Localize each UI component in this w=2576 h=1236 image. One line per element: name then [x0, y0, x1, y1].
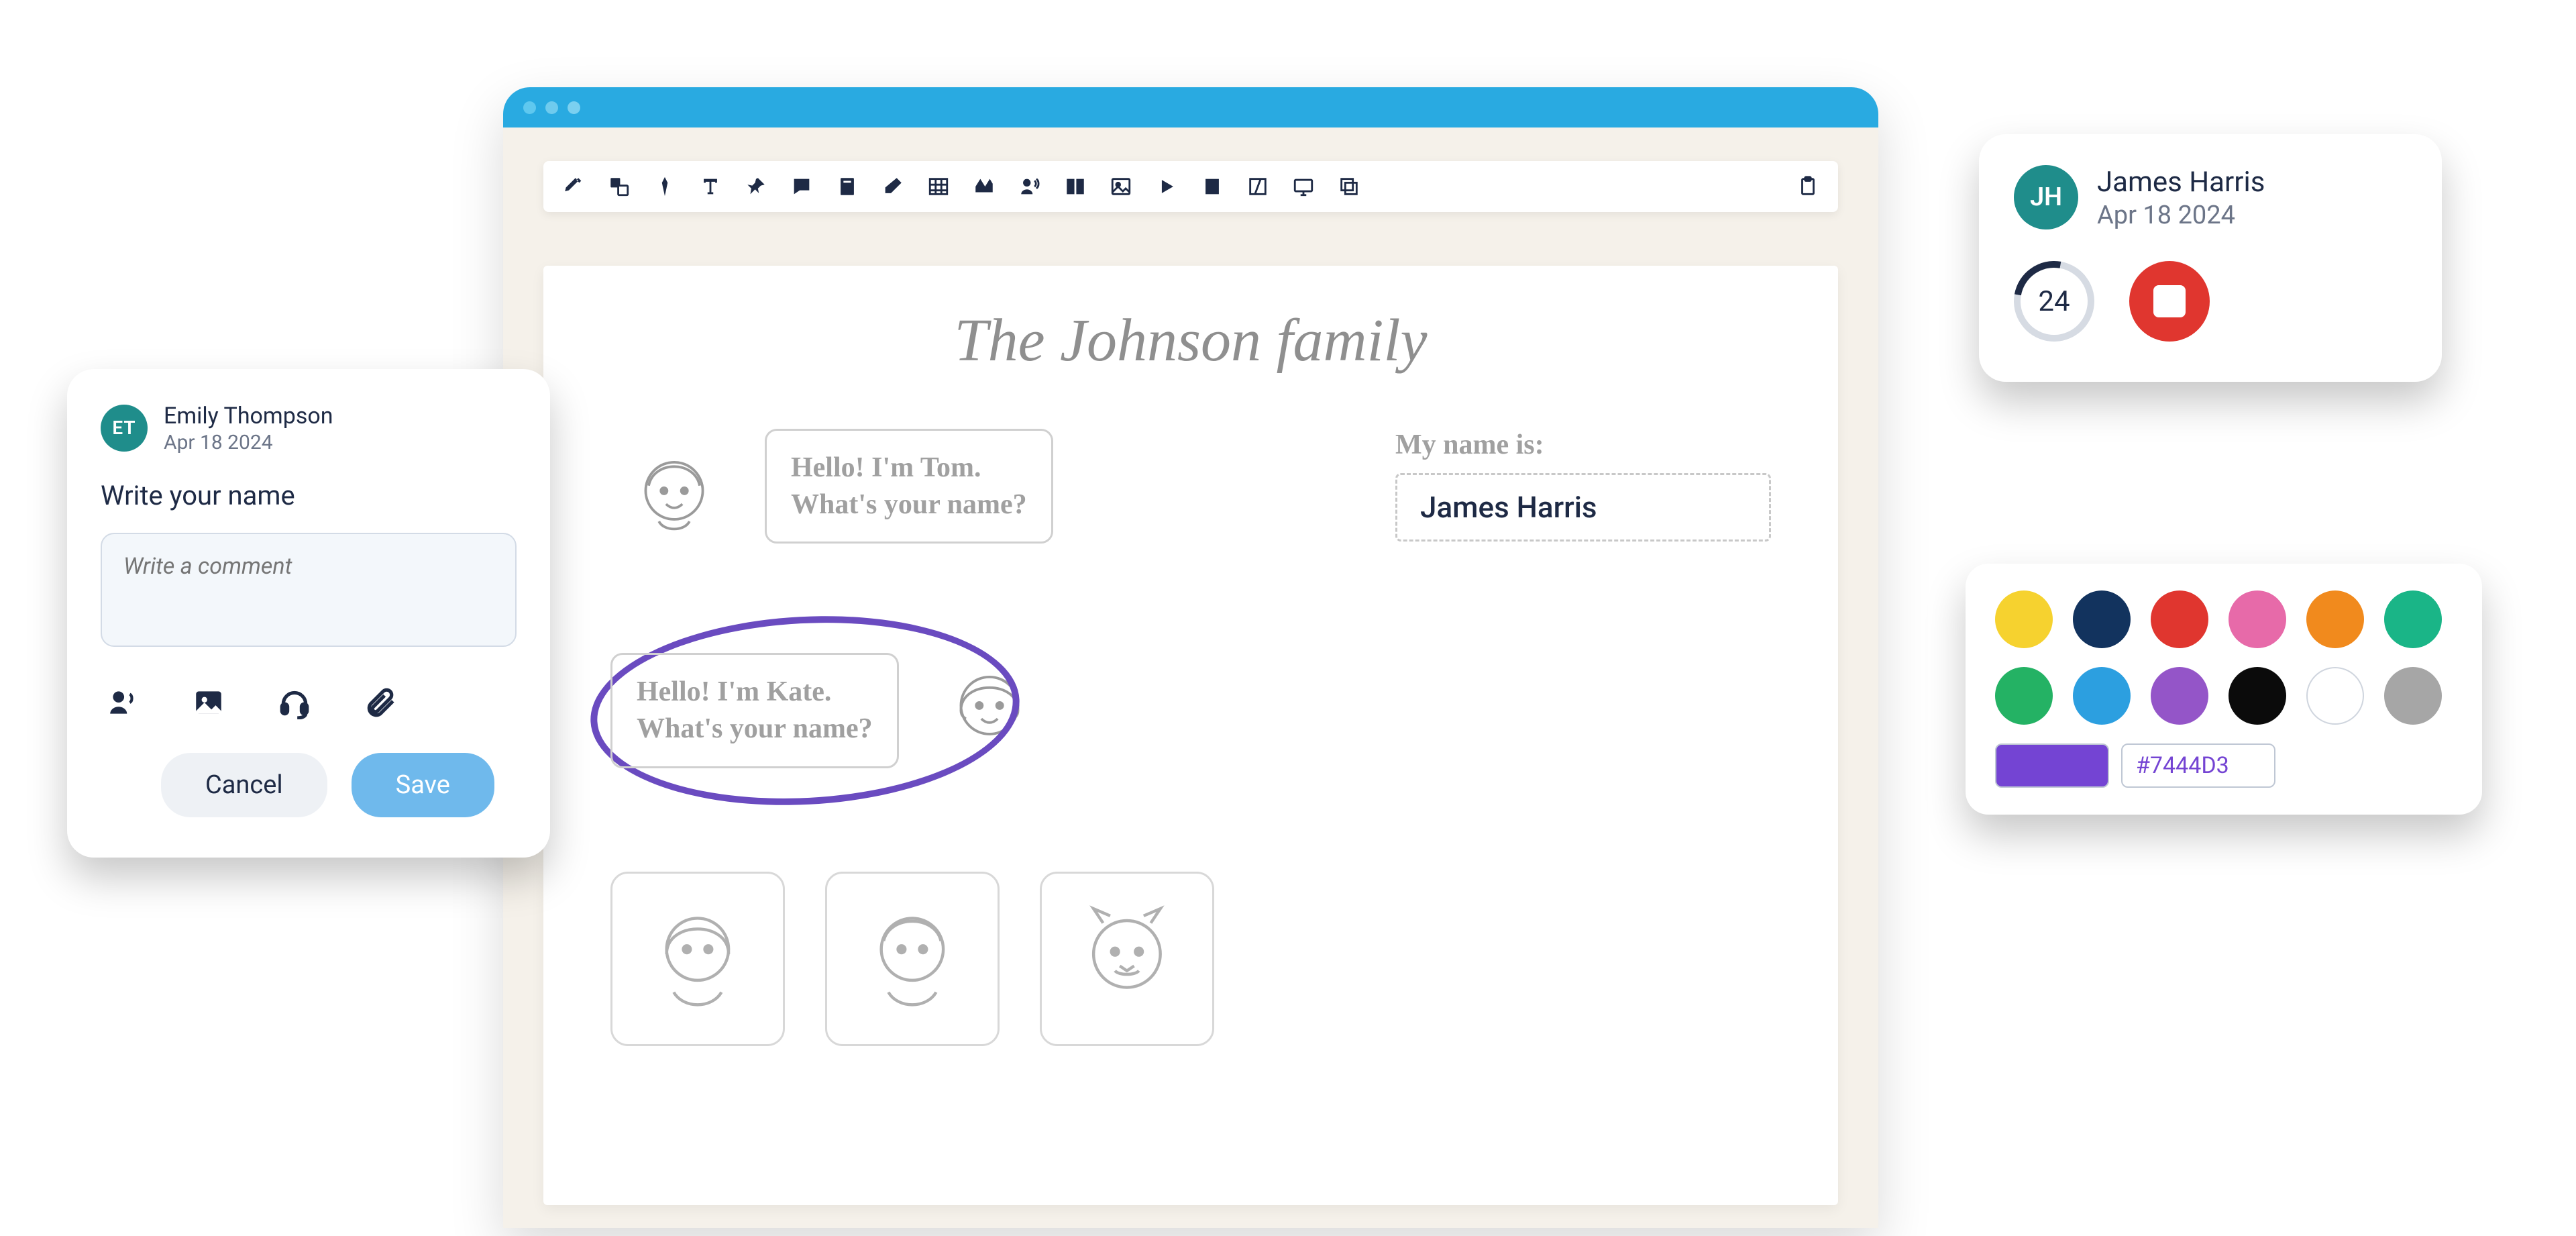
comment-date: Apr 18 2024	[164, 431, 333, 454]
stamp-icon[interactable]	[973, 175, 996, 198]
color-swatch[interactable]	[2384, 590, 2442, 648]
color-swatch[interactable]	[1995, 590, 2053, 648]
color-palette-card	[1966, 564, 2482, 815]
character-tom-illustration	[610, 429, 738, 563]
editor-toolbar	[543, 161, 1838, 212]
image-icon[interactable]	[1110, 175, 1132, 198]
swatch-row-2	[1995, 667, 2453, 725]
color-swatch[interactable]	[2306, 590, 2364, 648]
hex-input[interactable]	[2121, 743, 2275, 788]
crop-icon[interactable]	[1246, 175, 1269, 198]
speech-line: What's your name?	[791, 489, 1027, 520]
color-swatch[interactable]	[2229, 590, 2286, 648]
worksheet-thumbnail-row	[610, 872, 1771, 1046]
copy-icon[interactable]	[1338, 175, 1360, 198]
avatar: JH	[2014, 165, 2078, 229]
comment-attachment-row	[106, 686, 517, 719]
color-swatch[interactable]	[1995, 667, 2053, 725]
speech-line: Hello! I'm Kate.	[637, 676, 831, 707]
comment-header: ET Emily Thompson Apr 18 2024	[101, 401, 517, 454]
cancel-button[interactable]: Cancel	[161, 753, 327, 817]
traffic-light-minimize-icon[interactable]	[545, 101, 558, 114]
comment-button-row: Cancel Save	[101, 753, 517, 817]
text-icon[interactable]	[699, 175, 722, 198]
highlighter-icon[interactable]	[562, 175, 585, 198]
sticky-icon[interactable]	[1201, 175, 1224, 198]
recording-card: JH James Harris Apr 18 2024 24	[1979, 134, 2442, 382]
color-swatch[interactable]	[2306, 667, 2364, 725]
document-title: The Johnson family	[610, 306, 1771, 375]
stop-icon	[2153, 285, 2186, 317]
title-bar	[503, 87, 1878, 127]
editor-window: The Johnson family Hello! I'm Tom. What'…	[503, 87, 1878, 1228]
shapes-icon[interactable]	[608, 175, 631, 198]
document-page: The Johnson family Hello! I'm Tom. What'…	[543, 266, 1838, 1205]
comment-title: Write your name	[101, 480, 517, 511]
comment-textarea[interactable]	[101, 533, 517, 647]
eraser-icon[interactable]	[881, 175, 904, 198]
recording-header: JH James Harris Apr 18 2024	[2014, 165, 2407, 230]
color-preview	[1995, 743, 2109, 788]
swatch-row-1	[1995, 590, 2453, 648]
color-swatch[interactable]	[2151, 667, 2208, 725]
speech-line: Hello! I'm Tom.	[791, 452, 981, 483]
comment-icon[interactable]	[790, 175, 813, 198]
character-thumbnail[interactable]	[825, 872, 1000, 1046]
speak-icon[interactable]	[106, 686, 140, 719]
save-button[interactable]: Save	[352, 753, 494, 817]
comment-author: Emily Thompson	[164, 401, 333, 431]
play-icon[interactable]	[1155, 175, 1178, 198]
notebook-icon[interactable]	[836, 175, 859, 198]
avatar: ET	[101, 405, 148, 452]
speech-bubble-kate: Hello! I'm Kate. What's your name?	[610, 653, 899, 768]
name-label: My name is:	[1395, 429, 1771, 461]
speech-line: What's your name?	[637, 713, 873, 744]
character-thumbnail[interactable]	[610, 872, 785, 1046]
speech-bubble-tom: Hello! I'm Tom. What's your name?	[765, 429, 1053, 544]
speak-icon[interactable]	[1018, 175, 1041, 198]
worksheet-row-2: Hello! I'm Kate. What's your name?	[610, 643, 1771, 778]
color-swatch[interactable]	[2151, 590, 2208, 648]
comment-card: ET Emily Thompson Apr 18 2024 Write your…	[67, 369, 550, 858]
color-swatch[interactable]	[2384, 667, 2442, 725]
recording-timer: 24	[1998, 245, 2110, 357]
color-swatch[interactable]	[2073, 590, 2131, 648]
headset-icon[interactable]	[278, 686, 311, 719]
screen-icon[interactable]	[1292, 175, 1315, 198]
traffic-light-zoom-icon[interactable]	[568, 101, 580, 114]
image-icon[interactable]	[192, 686, 225, 719]
book-icon[interactable]	[1064, 175, 1087, 198]
table-icon[interactable]	[927, 175, 950, 198]
traffic-light-close-icon[interactable]	[523, 101, 536, 114]
recording-author: James Harris	[2097, 165, 2265, 201]
character-thumbnail[interactable]	[1040, 872, 1214, 1046]
name-input[interactable]: James Harris	[1395, 473, 1771, 542]
color-swatch[interactable]	[2073, 667, 2131, 725]
name-entry-block: My name is: James Harris	[1395, 429, 1771, 542]
recording-date: Apr 18 2024	[2097, 201, 2265, 230]
clipboard-icon[interactable]	[1796, 175, 1819, 198]
color-swatch[interactable]	[2229, 667, 2286, 725]
recording-controls: 24	[2014, 261, 2407, 342]
worksheet-row-1: Hello! I'm Tom. What's your name? My nam…	[610, 429, 1771, 563]
stop-recording-button[interactable]	[2129, 261, 2210, 342]
character-kate-illustration	[926, 643, 1053, 778]
pin-icon[interactable]	[745, 175, 767, 198]
paperclip-icon[interactable]	[364, 686, 397, 719]
hex-row	[1995, 743, 2453, 788]
pen-icon[interactable]	[653, 175, 676, 198]
